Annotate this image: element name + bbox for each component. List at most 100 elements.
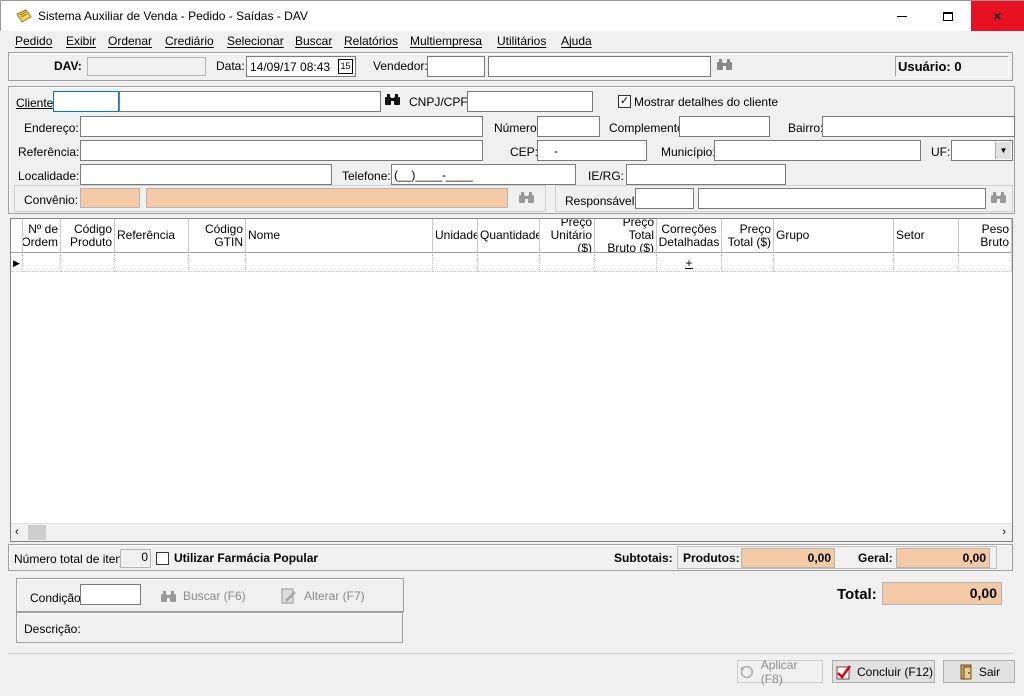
- telefone-label: Telefone:: [342, 169, 391, 183]
- referencia-field[interactable]: [80, 140, 483, 161]
- col-header-preco-total[interactable]: Preço Total ($): [722, 219, 774, 253]
- bairro-label: Bairro:: [788, 121, 824, 135]
- cell-ordem[interactable]: [23, 254, 61, 272]
- close-button[interactable]: ✕: [971, 1, 1024, 32]
- col-header-grupo[interactable]: Grupo: [774, 219, 894, 253]
- concluir-button[interactable]: Concluir (F12): [832, 660, 935, 683]
- cell-correcoes[interactable]: +: [657, 254, 722, 272]
- complemento-field[interactable]: [679, 116, 770, 137]
- minimize-button[interactable]: [879, 1, 925, 32]
- cep-label: CEP:: [510, 145, 539, 159]
- binoculars-icon[interactable]: [716, 58, 733, 71]
- cnpj-field[interactable]: [467, 91, 593, 112]
- responsavel-name-field[interactable]: [698, 188, 986, 209]
- menu-ordenar[interactable]: Ordenar: [108, 34, 152, 48]
- col-header-nome[interactable]: Nome: [246, 219, 433, 253]
- expand-icon[interactable]: +: [685, 257, 693, 269]
- cell-grupo[interactable]: [774, 254, 894, 272]
- responsavel-code-field[interactable]: [635, 188, 694, 209]
- telefone-field[interactable]: (__)____-____: [391, 164, 576, 185]
- vendedor-name-field[interactable]: [488, 56, 711, 77]
- cell-codigo-gtin[interactable]: [189, 254, 246, 272]
- menu-utilitarios[interactable]: Utilitários: [497, 34, 546, 48]
- sair-button[interactable]: Sair: [943, 660, 1015, 683]
- buscar-button[interactable]: Buscar (F6): [160, 587, 246, 605]
- cep-field[interactable]: -: [537, 140, 647, 161]
- grid-indicator-header: [11, 219, 23, 253]
- cell-preco-total-bruto[interactable]: [595, 254, 657, 272]
- col-header-codigo-gtin[interactable]: Código GTIN: [189, 219, 246, 253]
- cell-nome[interactable]: [246, 254, 433, 272]
- ie-field[interactable]: [626, 164, 786, 185]
- search-cliente-icon[interactable]: [384, 93, 401, 106]
- cell-preco-unitario[interactable]: [540, 254, 595, 272]
- alterar-button[interactable]: Alterar (F7): [280, 587, 365, 605]
- data-field[interactable]: 14/09/17 08:43 15: [246, 56, 356, 77]
- scroll-right-icon[interactable]: ›: [1002, 526, 1006, 538]
- produtos-value: 0,00: [741, 548, 835, 568]
- menu-exibir[interactable]: Exibir: [66, 34, 96, 48]
- calendar-icon[interactable]: 15: [338, 59, 353, 74]
- municipio-field[interactable]: [714, 140, 921, 161]
- scroll-thumb[interactable]: [28, 525, 46, 540]
- col-header-correcoes[interactable]: Correções Detalhadas: [657, 219, 722, 253]
- convenio-label: Convênio:: [24, 193, 79, 207]
- usuario-box: Usuário: 0: [895, 56, 1009, 77]
- aplicar-button[interactable]: Aplicar (F8): [737, 658, 823, 686]
- exit-door-icon: [960, 664, 972, 679]
- menu-ajuda[interactable]: Ajuda: [561, 34, 592, 48]
- condicao-label: Condição:: [30, 591, 85, 605]
- numero-field[interactable]: [537, 116, 600, 137]
- endereco-field[interactable]: [80, 116, 483, 137]
- menu-buscar[interactable]: Buscar: [295, 34, 332, 48]
- cell-peso-bruto[interactable]: [959, 254, 1012, 272]
- search-responsavel-icon[interactable]: [990, 191, 1007, 204]
- menu-crediario[interactable]: Crediário: [165, 34, 214, 48]
- bairro-field[interactable]: [822, 116, 1015, 137]
- cell-setor[interactable]: [894, 254, 959, 272]
- cell-quantidade[interactable]: [478, 254, 540, 272]
- items-grid[interactable]: Nº de Ordem Código Produto Referência Códi…: [10, 218, 1013, 542]
- usuario-label: Usuário: 0: [898, 59, 962, 74]
- row-indicator: ▶: [11, 254, 23, 272]
- col-header-ordem[interactable]: Nº de Ordem: [23, 219, 61, 253]
- vendedor-code-field[interactable]: [427, 56, 485, 77]
- cliente-code-field[interactable]: [53, 91, 119, 112]
- maximize-button[interactable]: [925, 1, 971, 32]
- menu-selecionar[interactable]: Selecionar: [227, 34, 284, 48]
- cell-preco-total[interactable]: [722, 254, 774, 272]
- ie-label: IE/RG:: [588, 169, 625, 183]
- produtos-label: Produtos:: [683, 551, 740, 565]
- mostrar-checkbox[interactable]: ✓: [618, 95, 631, 108]
- col-header-unidade[interactable]: Unidade: [433, 219, 478, 253]
- grid-horizontal-scrollbar[interactable]: ‹ ›: [11, 523, 1012, 541]
- search-convenio-icon[interactable]: [518, 191, 535, 204]
- cell-codigo-produto[interactable]: [61, 254, 115, 272]
- uf-select[interactable]: ▼: [951, 140, 1013, 161]
- condicao-field[interactable]: [80, 584, 141, 605]
- cnpj-label: CNPJ/CPF:: [409, 95, 472, 109]
- cliente-name-field[interactable]: [119, 91, 381, 112]
- col-header-codigo-produto[interactable]: Código Produto: [61, 219, 115, 253]
- localidade-field[interactable]: [80, 164, 332, 185]
- geral-label: Geral:: [858, 551, 893, 565]
- cell-referencia[interactable]: [115, 254, 189, 272]
- col-header-peso-bruto[interactable]: Peso Bruto: [959, 219, 1012, 253]
- dav-label: DAV:: [54, 59, 82, 73]
- cell-unidade[interactable]: [433, 254, 478, 272]
- farmacia-checkbox[interactable]: [156, 552, 169, 565]
- menu-multiempresa[interactable]: Multiempresa: [410, 34, 482, 48]
- col-header-quantidade[interactable]: Quantidade: [478, 219, 540, 253]
- vendedor-label: Vendedor:: [373, 59, 428, 73]
- col-header-setor[interactable]: Setor: [894, 219, 959, 253]
- geral-value: 0,00: [896, 548, 990, 568]
- col-header-referencia[interactable]: Referência: [115, 219, 189, 253]
- checklist-icon: [836, 664, 851, 679]
- menu-relatorios[interactable]: Relatórios: [344, 34, 398, 48]
- mostrar-label: Mostrar detalhes do cliente: [634, 95, 779, 109]
- col-header-preco-total-bruto[interactable]: Preço Total Bruto ($): [595, 219, 657, 253]
- chevron-down-icon: ▼: [995, 142, 1011, 159]
- scroll-left-icon[interactable]: ‹: [15, 526, 19, 538]
- menu-pedido[interactable]: Pedido: [15, 34, 52, 48]
- col-header-preco-unitario[interactable]: Preço Unitário ($): [540, 219, 595, 253]
